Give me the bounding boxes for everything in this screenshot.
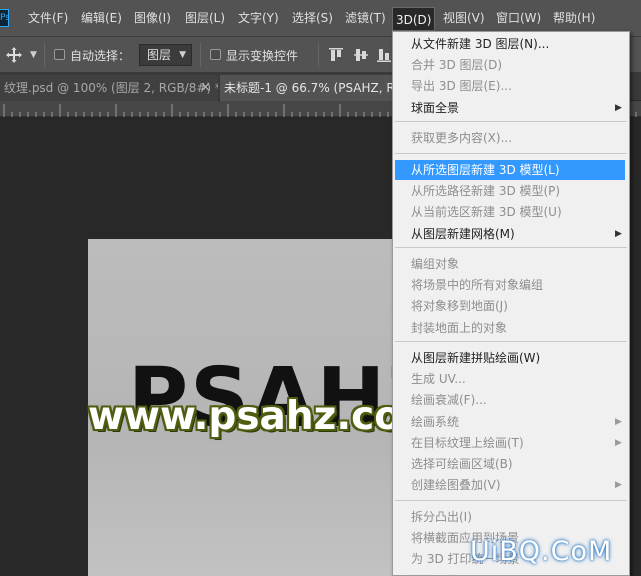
menu-item-label: 绘画系统 (411, 414, 460, 429)
show-transform-label: 显示变换控件 (226, 49, 299, 63)
menu-file[interactable]: 文件(F) (25, 0, 71, 37)
menu-item-label: 在目标纹理上绘画(T) (411, 435, 524, 450)
options-divider (318, 43, 319, 67)
photoshop-logo-icon: Ps (0, 9, 9, 27)
menu-item-label: 导出 3D 图层(E)... (411, 79, 512, 94)
auto-select-label: 自动选择： (70, 49, 131, 63)
menu-item-label: 拆分凸出(I) (411, 510, 472, 524)
submenu-arrow-icon: ▶ (615, 228, 622, 239)
menu-3d-item: 编组对象 (393, 254, 629, 274)
options-divider (44, 43, 45, 67)
menu-3d-item: 生成 UV... (393, 369, 629, 389)
menu-3d-item[interactable]: 从文件新建 3D 图层(N)... (393, 34, 629, 54)
menu-item-label: 绘画衰减(F)... (411, 393, 487, 408)
menu-3d-item[interactable]: 从图层新建拼贴绘画(W) (393, 348, 629, 368)
corner-watermark: UiBQ.CoM (470, 536, 613, 567)
menu-3d-item: 封装地面上的对象 (393, 318, 629, 338)
menu-3d-item: 将场景中的所有对象编组 (393, 275, 629, 295)
tab-untitled-1[interactable]: 未标题-1 @ 66.7% (PSAHZ, RGB (220, 75, 420, 101)
menu-3d-item: 创建绘图叠加(V) ▶ (393, 475, 629, 495)
site-watermark: www.psahz.com (88, 394, 442, 439)
menu-3d-item[interactable]: 从图层新建网格(M) ▶ (393, 224, 629, 244)
menu-item-label: 选择可绘画区域(B) (411, 457, 513, 471)
align-vertical-center-icon[interactable] (353, 47, 369, 63)
menu-3d-item: 选择可绘画区域(B) (393, 454, 629, 474)
menu-item-label: 从图层新建拼贴绘画(W) (411, 351, 541, 365)
submenu-arrow-icon: ▶ (615, 102, 622, 113)
menu-item-label: 编组对象 (411, 257, 460, 271)
menu-filter[interactable]: 滤镜(T) (342, 0, 389, 37)
tab-label: 未标题-1 @ 66.7% (PSAHZ, RGB (224, 81, 413, 95)
menu-separator (395, 247, 627, 248)
menu-3d-item: 获取更多内容(X)... (393, 128, 629, 148)
menu-3d-dropdown: 从文件新建 3D 图层(N)... 合并 3D 图层(D) 导出 3D 图层(E).… (392, 31, 630, 576)
menu-3d-item[interactable]: 从所选图层新建 3D 模型(L) (395, 160, 625, 180)
menu-item-label: 从所选路径新建 3D 模型(P) (411, 184, 561, 199)
menu-item-label: 从文件新建 3D 图层(N)... (411, 37, 550, 51)
menu-layer[interactable]: 图层(L) (182, 0, 228, 37)
close-icon[interactable]: × (200, 75, 211, 101)
menu-item-label: 合并 3D 图层(D) (411, 58, 503, 73)
menu-item-label: 将对象移到地面(J) (411, 299, 508, 314)
submenu-arrow-icon: ▶ (615, 480, 622, 491)
menu-item-label: 从当前选区新建 3D 模型(U) (411, 205, 562, 220)
menu-3d-item: 从当前选区新建 3D 模型(U) (393, 202, 629, 222)
menu-3d[interactable]: 3D(D) (392, 7, 436, 31)
options-divider (200, 43, 201, 67)
submenu-arrow-icon: ▶ (615, 416, 622, 427)
tool-preset-chevron-down-icon[interactable]: ▼ (30, 50, 37, 60)
menu-item-label: 生成 UV... (411, 372, 466, 387)
move-tool-icon[interactable] (6, 47, 22, 63)
menu-separator (395, 500, 627, 501)
menu-item-label: 从所选图层新建 3D 模型(L) (411, 163, 560, 177)
menu-item-label: 封装地面上的对象 (411, 320, 508, 335)
menu-3d-item: 绘画衰减(F)... (393, 390, 629, 410)
menu-separator (395, 153, 627, 154)
menu-3d-item: 拆分凸出(I) (393, 507, 629, 527)
show-transform-checkbox[interactable] (210, 49, 221, 60)
menu-image[interactable]: 图像(I) (131, 0, 174, 37)
auto-select-target-value: 图层 (147, 48, 172, 62)
menu-item-label: 创建绘图叠加(V) (411, 478, 501, 493)
menu-item-label: 从图层新建网格(M) (411, 226, 515, 241)
menu-3d-item: 在目标纹理上绘画(T) ▶ (393, 433, 629, 453)
menu-3d-item: 绘画系统 ▶ (393, 412, 629, 432)
tab-label: 纹理.psd @ 100% (图层 2, RGB/8#) * (4, 81, 218, 95)
menu-3d-item: 简化网格... (393, 571, 629, 575)
menu-separator (395, 121, 627, 122)
menu-item-label: 将场景中的所有对象编组 (411, 278, 544, 293)
menu-3d-item: 导出 3D 图层(E)... (393, 76, 629, 96)
menu-type[interactable]: 文字(Y) (235, 0, 282, 37)
auto-select-checkbox[interactable] (54, 49, 65, 60)
menu-select[interactable]: 选择(S) (289, 0, 336, 37)
menu-item-label: 球面全景 (411, 100, 460, 115)
chevron-down-icon: ▼ (179, 50, 186, 60)
auto-select-target-select[interactable]: 图层 ▼ (139, 44, 192, 66)
menu-3d-item: 从所选路径新建 3D 模型(P) (393, 181, 629, 201)
align-bottom-icon[interactable] (376, 47, 392, 63)
menu-item-label: 获取更多内容(X)... (411, 131, 513, 145)
menu-3d-item: 合并 3D 图层(D) (393, 55, 629, 75)
align-top-icon[interactable] (328, 47, 344, 63)
tab-texture-psd[interactable]: 纹理.psd @ 100% (图层 2, RGB/8#) * × (0, 75, 218, 101)
menu-3d-item: 将对象移到地面(J) (393, 296, 629, 316)
submenu-arrow-icon: ▶ (615, 437, 622, 448)
menu-edit[interactable]: 编辑(E) (78, 0, 125, 37)
menu-3d-item[interactable]: 球面全景 ▶ (393, 98, 629, 118)
menu-separator (395, 341, 627, 342)
